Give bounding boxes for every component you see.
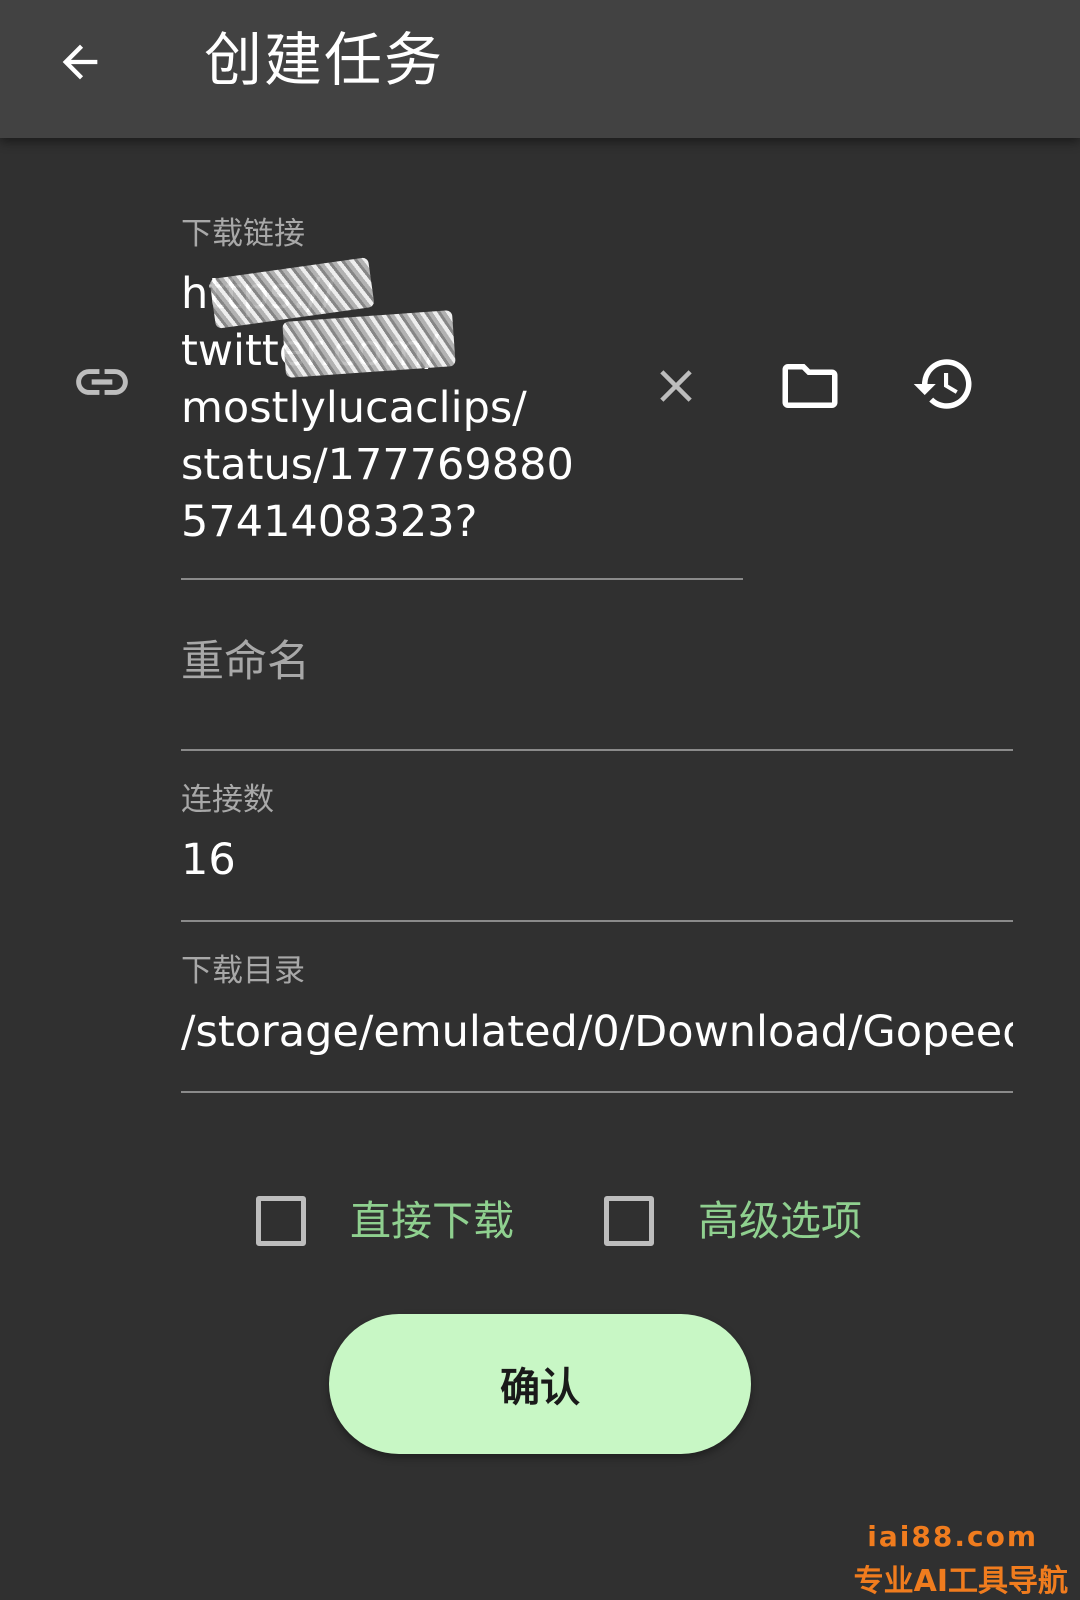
clear-url-button[interactable] <box>640 350 712 422</box>
directory-input[interactable]: /storage/emulated/0/Download/Gopeed <box>181 1004 1013 1060</box>
direct-download-checkbox[interactable] <box>256 1196 306 1246</box>
close-icon <box>660 370 692 402</box>
history-button[interactable] <box>908 348 980 420</box>
confirm-button[interactable]: 确认 <box>329 1314 751 1454</box>
select-file-button[interactable] <box>774 350 846 422</box>
advanced-options-checkbox[interactable] <box>604 1196 654 1246</box>
app-bar: 创建任务 <box>0 0 1080 138</box>
connections-field-label: 连接数 <box>181 782 274 818</box>
directory-field-label: 下载目录 <box>181 953 305 989</box>
rename-field-underline <box>181 749 1013 751</box>
history-icon <box>913 359 972 409</box>
link-icon-wrap <box>66 352 138 412</box>
arrow-back-icon <box>62 44 98 80</box>
page-title: 创建任务 <box>204 26 445 94</box>
direct-download-label[interactable]: 直接下载 <box>350 1196 514 1246</box>
url-field-underline <box>181 578 743 580</box>
directory-field-underline <box>181 1091 1013 1093</box>
advanced-options-option[interactable]: 高级选项 <box>604 1196 862 1246</box>
watermark-tagline: 专业AI工具导航 <box>853 1564 1068 1599</box>
folder-icon <box>782 364 838 408</box>
rename-input[interactable]: 重命名 <box>181 634 1011 690</box>
direct-download-option[interactable]: 直接下载 <box>256 1196 514 1246</box>
advanced-options-label[interactable]: 高级选项 <box>698 1196 862 1246</box>
link-icon <box>76 369 128 395</box>
connections-input[interactable]: 16 <box>181 832 1011 888</box>
redaction-mark <box>282 310 456 378</box>
back-button[interactable] <box>44 26 116 98</box>
watermark-url: iai88.com <box>867 1520 1038 1553</box>
connections-field-underline <box>181 920 1013 922</box>
url-field-label: 下载链接 <box>181 216 305 252</box>
